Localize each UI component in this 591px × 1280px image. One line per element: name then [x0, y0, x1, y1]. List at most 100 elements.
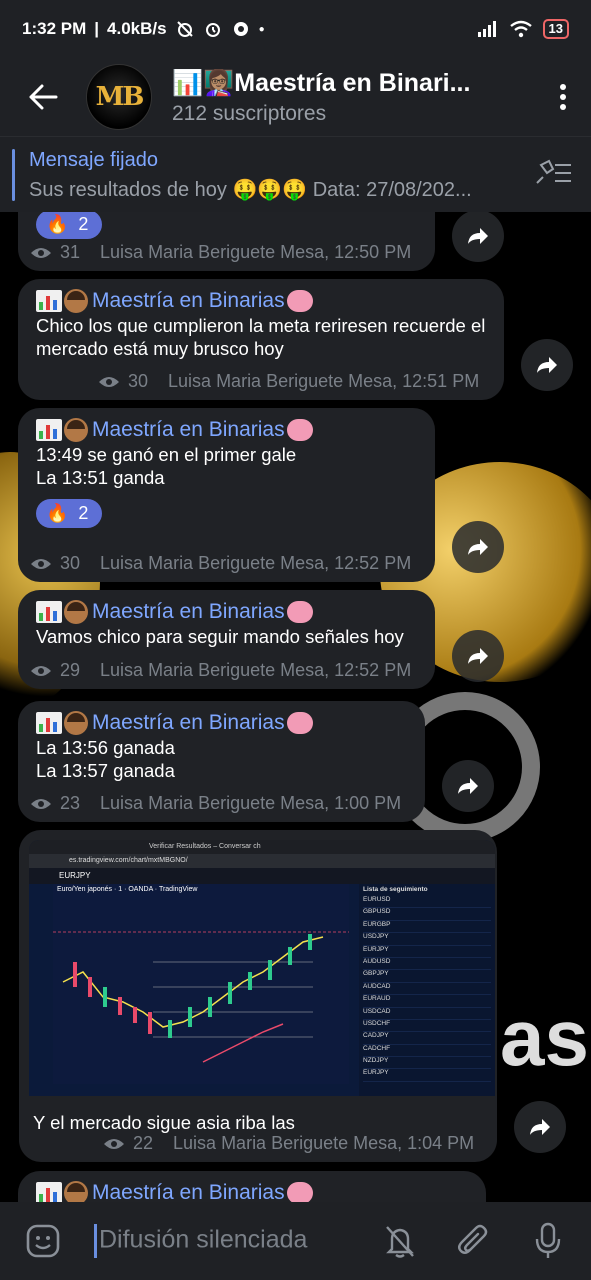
share-arrow-icon	[458, 778, 478, 794]
message-input[interactable]: Difusión silenciada	[94, 1224, 363, 1258]
notification-app-icon	[233, 22, 248, 36]
forward-button[interactable]	[514, 1101, 566, 1153]
browser-tab-title: Verificar Resultados – Conversar ch	[149, 843, 261, 850]
watchlist-row: GBPUSD	[363, 908, 491, 921]
watchlist-row: USDCAD	[363, 1008, 491, 1020]
signal-icon	[477, 21, 496, 37]
alarm-icon	[205, 23, 220, 37]
forward-button[interactable]	[521, 339, 573, 391]
battery-indicator: 13	[542, 19, 569, 39]
tv-chart-area: Euro/Yen japonés · 1 · OANDA · TradingVi…	[53, 884, 349, 1084]
input-placeholder: Difusión silenciada	[99, 1225, 308, 1254]
reaction-chip[interactable]: 🔥 2	[36, 212, 103, 239]
message-bubble[interactable]: Maestría en Binarias Vamos chico para se…	[18, 590, 435, 689]
author-time: Luisa Maria Beriguete Mesa, 1:00 PM	[100, 793, 402, 813]
avatar-logo-text: MB	[95, 82, 145, 112]
voice-record-button[interactable]	[511, 1202, 585, 1280]
teacher-emoji	[64, 289, 88, 313]
message-bubble[interactable]: Maestría en Binarias Chico los que cumpl…	[18, 279, 504, 400]
bar-chart-emoji	[36, 712, 62, 734]
sender-name: Maestría en Binarias	[36, 418, 417, 442]
message-meta: 29 Luisa Maria Beriguete Mesa, 12:52 PM	[30, 660, 411, 681]
pin-list-icon[interactable]	[533, 159, 573, 187]
sticker-smile-icon	[26, 1224, 60, 1258]
sender-name: Maestría en Binarias	[36, 1181, 468, 1202]
forward-button[interactable]	[452, 212, 504, 262]
watchlist-row: GBPJPY	[363, 970, 491, 983]
more-options-button[interactable]	[535, 58, 591, 136]
teacher-emoji	[64, 711, 88, 735]
message-list: 🔥 2 31 Luisa Maria Beriguete Mesa, 12:50…	[0, 212, 591, 1202]
watchlist-rows: EURUSD GBPUSD EURGBP USDJPY EURJPY AUDUSD GBPJ…	[363, 896, 491, 1082]
eye-icon	[31, 247, 51, 258]
message-bubble[interactable]: Maestría en Binarias	[18, 1171, 486, 1202]
message-bubble[interactable]: Maestría en Binarias 13:49 se ganó en el…	[18, 408, 435, 582]
teacher-emoji	[64, 1181, 88, 1202]
message-bubble[interactable]: 🔥 2 31 Luisa Maria Beriguete Mesa, 12:50…	[18, 212, 435, 271]
share-arrow-icon	[468, 539, 488, 555]
share-arrow-icon	[468, 648, 488, 664]
chat-wallpaper: as 🔥 2 31 Luisa Maria Beriguete Mesa, 12…	[0, 212, 591, 1202]
pinned-message-bar[interactable]: Mensaje fijado Sus resultados de hoy 🤑🤑🤑…	[0, 136, 591, 212]
watchlist-row: EURJPY	[363, 1069, 491, 1082]
mute-button[interactable]	[363, 1202, 437, 1280]
message-text: Chico los que cumplieron la meta rerires…	[36, 315, 486, 359]
pinned-text: Sus resultados de hoy 🤑🤑🤑 Data: 27/08/20…	[29, 179, 472, 201]
channel-info[interactable]: 📊👩🏽‍🏫Maestría en Binari... 212 suscripto…	[172, 69, 535, 126]
brain-emoji	[286, 419, 313, 441]
back-button[interactable]	[0, 58, 86, 136]
sender-name: Maestría en Binarias	[36, 711, 407, 735]
watchlist-row: EURGBP	[363, 921, 491, 934]
share-arrow-icon	[530, 1119, 550, 1135]
photo-message[interactable]: Verificar Resultados – Conversar ch es.t…	[19, 830, 497, 1162]
share-arrow-icon	[468, 228, 488, 244]
channel-title: 📊👩🏽‍🏫Maestría en Binari...	[172, 68, 471, 97]
photo-screenshot[interactable]: Verificar Resultados – Conversar ch es.t…	[29, 840, 495, 1096]
forward-button[interactable]	[452, 521, 504, 573]
emoji-button[interactable]	[6, 1202, 80, 1280]
photo-caption: Y el mercado sigue asia riba las	[33, 1112, 295, 1133]
channel-avatar[interactable]: MB	[86, 64, 152, 130]
eye-icon	[99, 376, 119, 387]
watchlist-row: EURUSD	[363, 896, 491, 909]
attach-button[interactable]	[437, 1202, 511, 1280]
channel-name-text: Maestría en Binarias	[92, 1181, 285, 1202]
sender-name: Maestría en Binarias	[36, 289, 486, 313]
wifi-icon	[509, 20, 532, 38]
bar-chart-emoji	[36, 419, 62, 441]
browser-tabbar: Verificar Resultados – Conversar ch	[29, 840, 495, 854]
message-meta: 22 Luisa Maria Beriguete Mesa, 1:04 PM	[103, 1133, 474, 1154]
status-bar: 1:32 PM | 4.0kB/s ● 13	[0, 0, 591, 58]
view-count: 31	[60, 242, 81, 262]
message-text: Vamos chico para seguir mando señales ho…	[36, 626, 404, 647]
clock: 1:32 PM	[22, 19, 87, 38]
channel-name-text: Maestría en Binarias	[92, 289, 285, 312]
watchlist-row: CADJPY	[363, 1032, 491, 1045]
message-line: La 13:56 ganada	[36, 737, 175, 758]
status-left: 1:32 PM | 4.0kB/s ●	[22, 19, 265, 39]
channel-name-text: Maestría en Binarias	[92, 711, 285, 734]
bar-chart-emoji	[36, 290, 62, 312]
vertical-dots-icon	[560, 84, 566, 110]
view-count: 22	[133, 1133, 154, 1153]
author-time: Luisa Maria Beriguete Mesa, 12:50 PM	[100, 242, 412, 262]
share-arrow-icon	[537, 357, 557, 373]
bell-off-icon	[386, 1226, 414, 1258]
message-bubble[interactable]: Maestría en Binarias La 13:56 ganada La …	[18, 701, 425, 822]
brain-emoji	[286, 601, 313, 623]
channel-name-text: Maestría en Binarias	[92, 600, 285, 623]
candlestick-chart	[53, 931, 349, 1063]
status-right: 13	[477, 19, 569, 39]
reaction-chip[interactable]: 🔥 2	[36, 499, 103, 528]
forward-button[interactable]	[442, 760, 494, 812]
bar-chart-emoji	[36, 601, 62, 623]
watchlist-row: USDJPY	[363, 933, 491, 946]
tv-toolbar: EURJPY	[29, 868, 495, 884]
author-time: Luisa Maria Beriguete Mesa, 12:51 PM	[168, 371, 480, 391]
watchlist-row: EURAUD	[363, 995, 491, 1008]
view-count: 30	[128, 371, 149, 391]
forward-button[interactable]	[452, 630, 504, 682]
message-meta: 31 Luisa Maria Beriguete Mesa, 12:50 PM	[30, 242, 411, 263]
author-time: Luisa Maria Beriguete Mesa, 12:52 PM	[100, 553, 412, 573]
pinned-label: Mensaje fijado	[29, 149, 158, 171]
